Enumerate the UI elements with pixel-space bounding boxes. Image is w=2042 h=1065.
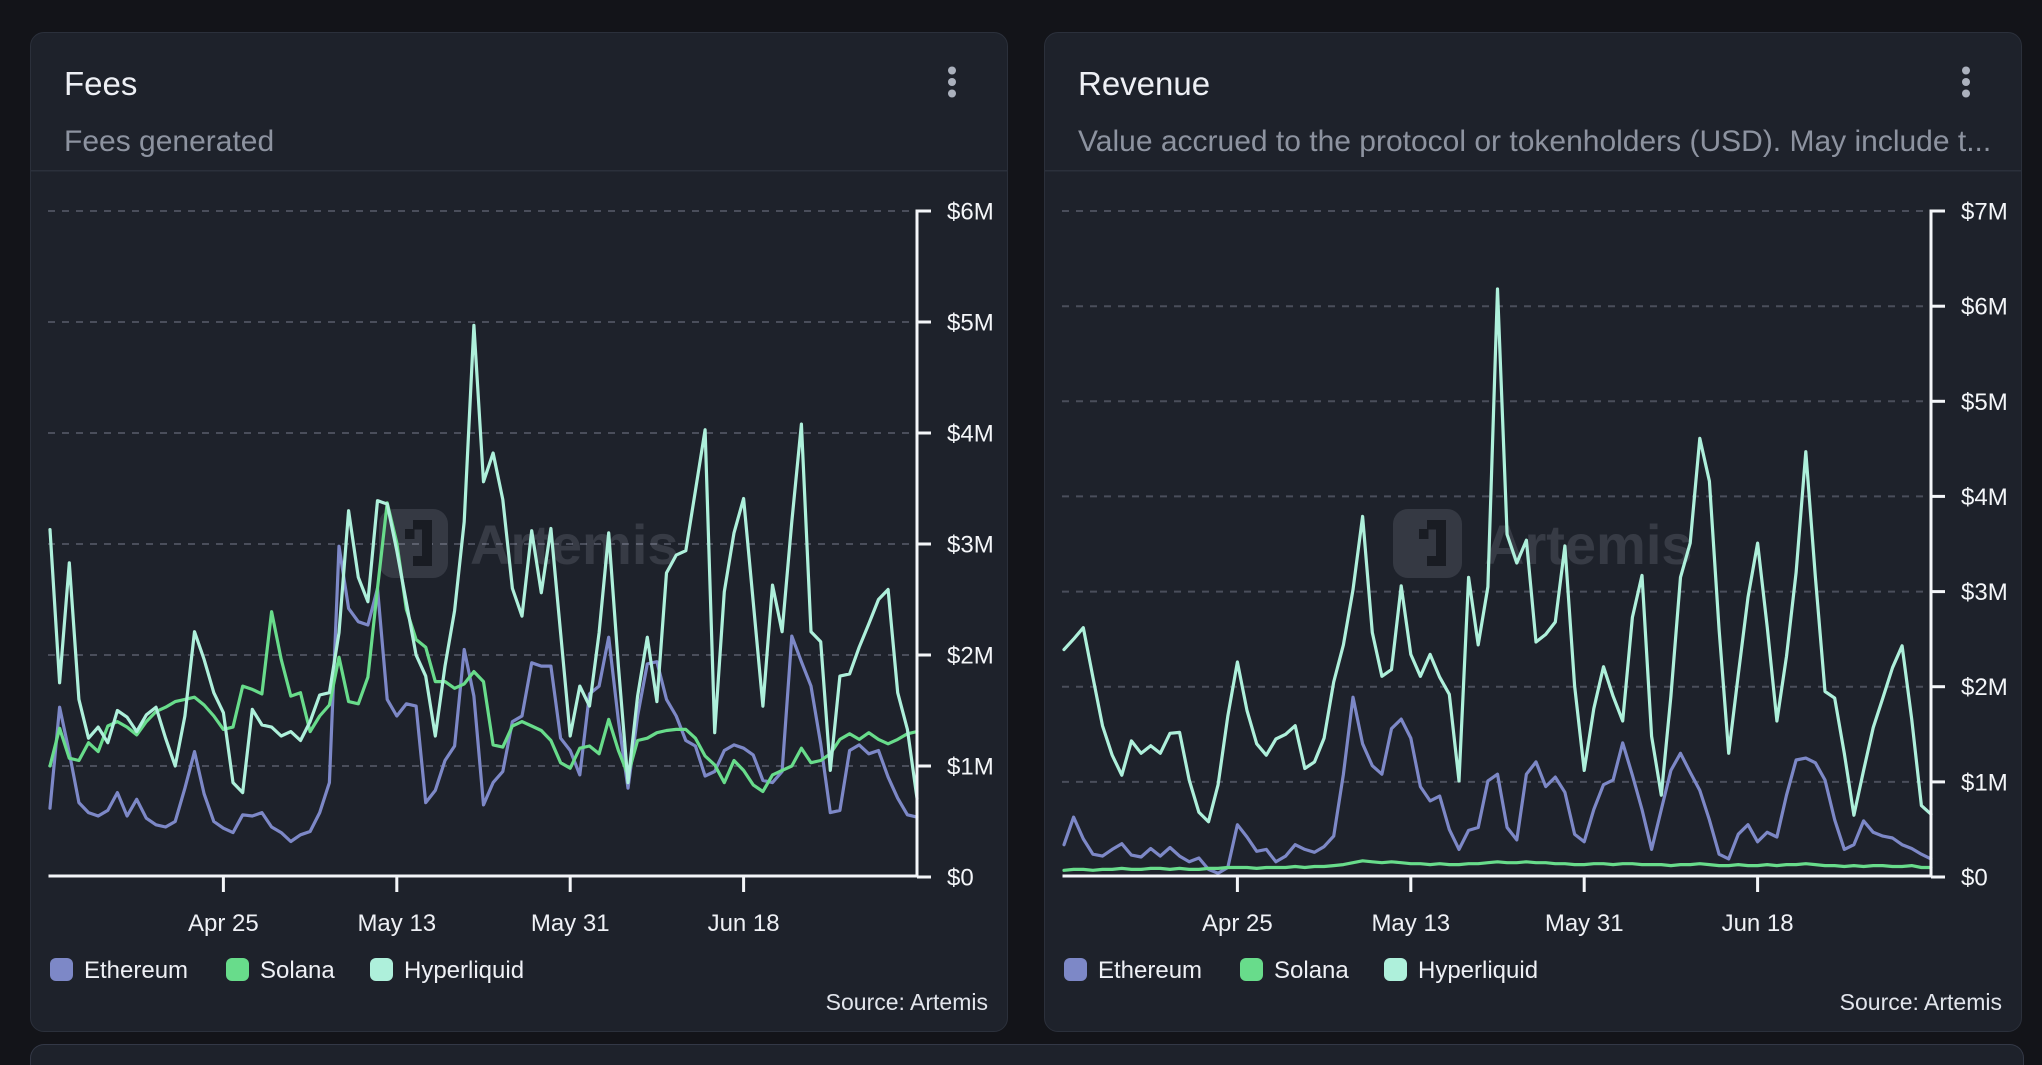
svg-text:$6M: $6M — [947, 199, 994, 226]
svg-text:Source: Artemis: Source: Artemis — [1840, 989, 2002, 1015]
svg-text:Artemis: Artemis — [1484, 513, 1693, 576]
svg-text:$1M: $1M — [1961, 769, 2008, 796]
svg-text:$3M: $3M — [1961, 579, 2008, 606]
svg-text:$4M: $4M — [1961, 484, 2008, 511]
svg-text:$0: $0 — [1961, 865, 1988, 892]
svg-text:$6M: $6M — [1961, 294, 2008, 321]
svg-text:Apr 25: Apr 25 — [1202, 910, 1273, 937]
svg-text:Ethereum: Ethereum — [84, 957, 188, 984]
svg-text:Revenue: Revenue — [1078, 65, 1210, 102]
svg-text:May 13: May 13 — [357, 910, 436, 937]
svg-text:Solana: Solana — [1274, 957, 1349, 984]
svg-text:Apr 25: Apr 25 — [188, 910, 259, 937]
svg-text:$5M: $5M — [947, 310, 994, 337]
svg-text:Hyperliquid: Hyperliquid — [404, 957, 524, 984]
svg-text:Fees: Fees — [64, 65, 137, 102]
svg-text:Jun 18: Jun 18 — [708, 910, 780, 937]
svg-text:Jun 18: Jun 18 — [1722, 910, 1794, 937]
svg-text:$2M: $2M — [1961, 674, 2008, 701]
svg-text:$5M: $5M — [1961, 389, 2008, 416]
svg-text:Source: Artemis: Source: Artemis — [826, 989, 988, 1015]
svg-text:$2M: $2M — [947, 643, 994, 670]
svg-text:May 31: May 31 — [531, 910, 610, 937]
svg-text:May 31: May 31 — [1545, 910, 1624, 937]
svg-text:Solana: Solana — [260, 957, 335, 984]
svg-text:May 13: May 13 — [1371, 910, 1450, 937]
svg-text:Value accrued to the protocol: Value accrued to the protocol or tokenho… — [1078, 125, 1991, 158]
svg-text:Hyperliquid: Hyperliquid — [1418, 957, 1538, 984]
svg-text:Ethereum: Ethereum — [1098, 957, 1202, 984]
svg-text:$0: $0 — [947, 865, 974, 892]
svg-text:$7M: $7M — [1961, 199, 2008, 226]
svg-text:Artemis: Artemis — [470, 513, 679, 576]
svg-text:$1M: $1M — [947, 754, 994, 781]
svg-text:$3M: $3M — [947, 532, 994, 559]
svg-text:Fees generated: Fees generated — [64, 125, 274, 158]
svg-text:$4M: $4M — [947, 421, 994, 448]
